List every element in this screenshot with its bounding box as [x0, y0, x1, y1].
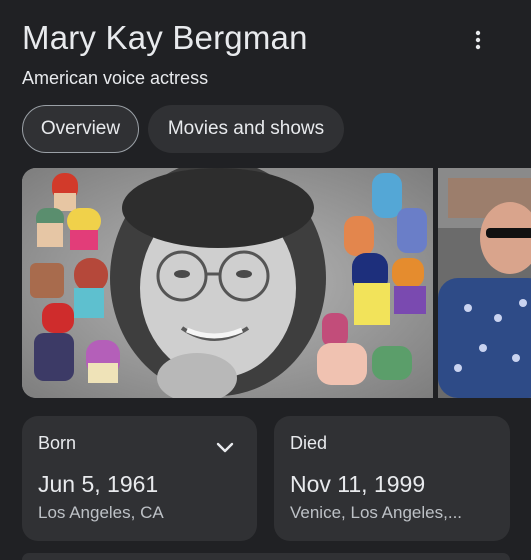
tab-overview[interactable]: Overview [22, 105, 139, 153]
chevron-down-icon[interactable] [214, 436, 236, 458]
died-date: Nov 11, 1999 [290, 471, 426, 497]
died-label: Died [290, 433, 328, 453]
tab-bar: Overview Movies and shows [22, 105, 344, 153]
more-options-button[interactable] [462, 24, 494, 56]
born-date: Jun 5, 1961 [38, 471, 159, 497]
next-card-edge [22, 553, 510, 560]
born-place: Los Angeles, CA [38, 503, 164, 522]
entity-title: Mary Kay Bergman [22, 19, 308, 56]
image-gallery[interactable] [22, 168, 531, 398]
born-label: Born [38, 433, 77, 453]
died-place: Venice, Los Angeles,... [290, 503, 463, 522]
portrait-collage-image[interactable] [22, 168, 433, 398]
second-photo-image[interactable] [438, 168, 531, 398]
entity-subtitle: American voice actress [22, 68, 209, 88]
tab-movies-and-shows[interactable]: Movies and shows [148, 105, 344, 153]
born-card[interactable]: Born Jun 5, 1961 Los Angeles, CA [22, 416, 257, 541]
more-vert-icon [475, 30, 481, 50]
died-card[interactable]: Died Nov 11, 1999 Venice, Los Angeles,..… [274, 416, 510, 541]
